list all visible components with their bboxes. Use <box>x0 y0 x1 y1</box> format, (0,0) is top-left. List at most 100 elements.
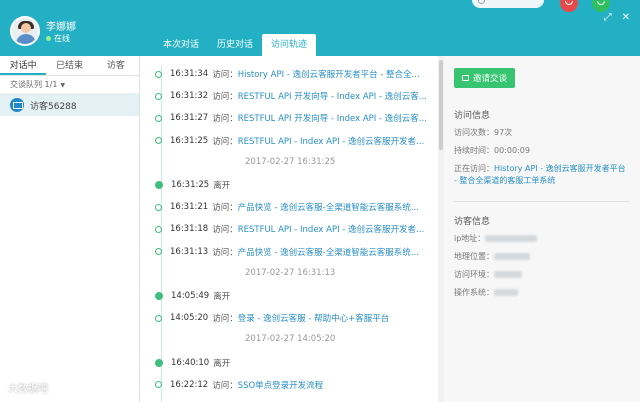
hangup-button[interactable] <box>560 0 578 12</box>
timeline-time: 16:31:25 <box>171 180 210 190</box>
timeline-time: 16:31:34 <box>170 69 209 79</box>
timeline-time: 16:31:25 <box>170 135 209 146</box>
visitor-info-panel: 邀请交谈 访问信息 访问次数：97次 持续时间：00:00:09 正在访问：Hi… <box>444 56 640 402</box>
timeline-page-link[interactable]: RESTFUL API - Index API - 逸创云客服开发者... <box>238 223 424 235</box>
visit-count-row: 访问次数：97次 <box>454 127 630 139</box>
visitor-name: 访客56288 <box>30 101 77 112</box>
visit-dot-icon <box>155 114 162 122</box>
top-bar: 李娜娜 在线 ⤢ ✕ 本次对话 历史对话 访问轨迹 <box>0 0 640 56</box>
timeline-page-link[interactable]: 产品快览 - 逸创云客服-全渠道智能云客服系统... <box>238 201 419 213</box>
visit-trail-panel: 16:31:34 访问： History API - 逸创云客服开发者平台 - 整合… <box>141 56 438 402</box>
timeline-action: 访问： <box>212 92 238 103</box>
timeline-entry: 16:31:32 访问： RESTFUL API 开发向导 - Index API … <box>155 87 427 105</box>
close-icon[interactable]: ✕ <box>622 12 630 23</box>
tab-visit-trail[interactable]: 访问轨迹 <box>262 34 317 56</box>
timeline-time: 16:31:13 <box>170 246 209 257</box>
location-redacted <box>494 253 530 260</box>
watermark: 大数据吧 <box>8 384 48 395</box>
timeline-entry: 16:31:27 访问： RESTFUL API 开发向导 - Index API … <box>155 109 427 127</box>
timeline-time: 16:31:18 <box>170 224 209 235</box>
chevron-down-icon: ▼ <box>60 82 66 89</box>
timeline-entry: 16:31:25 访问： RESTFUL API - Index API - 逸创云… <box>155 132 424 150</box>
agent-status[interactable]: 在线 <box>46 33 70 44</box>
agent-status-label: 在线 <box>54 34 70 43</box>
timeline-time: 16:31:32 <box>170 91 209 102</box>
visit-dot-icon <box>155 92 162 100</box>
visitor-list-item[interactable]: 访客56288 <box>0 94 139 116</box>
agent-avatar[interactable] <box>10 16 40 46</box>
visit-dot-icon <box>155 137 162 145</box>
expand-icon[interactable]: ⤢ <box>604 12 612 23</box>
timeline-action: 访问： <box>212 136 238 147</box>
timeline-action: 访问： <box>212 114 238 125</box>
invite-chat-label: 邀请交谈 <box>473 74 508 84</box>
location-row: 地理位置： <box>454 251 630 263</box>
monitor-icon <box>10 98 24 112</box>
tab-in-conversation[interactable]: 对话中 <box>0 56 47 75</box>
top-search-input[interactable] <box>472 0 544 8</box>
timeline-date-separator: 2017-02-27 16:31:13 <box>245 267 336 278</box>
tab-history-chat[interactable]: 历史对话 <box>208 34 262 56</box>
visit-dot-icon <box>155 70 162 78</box>
timeline-time: 14:05:20 <box>170 313 209 324</box>
timeline-action: 离开 <box>213 181 231 191</box>
leave-dot-icon <box>155 292 163 300</box>
message-button[interactable] <box>592 0 610 12</box>
timeline-entry: 16:22:10访问：授权与验证 - Index API - 逸创云客服开发者平… <box>155 398 421 402</box>
env-redacted <box>494 271 522 278</box>
timeline-page-link[interactable]: 产品快览 - 逸创云客服-全渠道智能云客服系统... <box>238 246 419 258</box>
timeline-time: 14:05:49 <box>171 291 210 301</box>
chat-icon <box>597 1 605 5</box>
phone-icon <box>565 1 573 5</box>
queue-label: 交谈队列 1/1 <box>10 80 58 89</box>
visit-dot-icon <box>155 381 162 389</box>
agent-name: 李娜娜 <box>46 22 76 33</box>
tab-current-chat[interactable]: 本次对话 <box>154 34 208 56</box>
timeline-entry: 14:05:20 访问： 登录 - 逸创云客服 - 帮助中心+客服平台 <box>155 309 389 327</box>
leave-dot-icon <box>155 181 163 189</box>
timeline-page-link[interactable]: SSO单点登录开发流程 <box>238 379 323 391</box>
online-dot-icon <box>46 36 51 41</box>
timeline-page-link[interactable]: 登录 - 逸创云客服 - 帮助中心+客服平台 <box>238 312 390 324</box>
timeline-action: 访问： <box>212 203 238 214</box>
timeline-date-separator: 2017-02-27 14:05:20 <box>245 334 336 345</box>
timeline-action: 访问： <box>212 70 238 80</box>
timeline-page-link[interactable]: RESTFUL API 开发向导 - Index API - 逸创云客... <box>238 112 427 124</box>
tab-visitors[interactable]: 访客 <box>93 56 139 75</box>
visit-dot-icon <box>155 225 162 233</box>
timeline-action: 离开 <box>213 292 231 302</box>
timeline-time: 16:31:21 <box>170 202 209 213</box>
location-label: 地理位置： <box>454 252 494 261</box>
visit-info-title: 访问信息 <box>454 111 491 121</box>
os-label: 操作系统： <box>454 288 494 297</box>
scrollbar-thumb[interactable] <box>439 60 443 150</box>
timeline-page-link[interactable]: RESTFUL API 开发向导 - Index API - 逸创云客... <box>238 90 427 102</box>
window-controls: ⤢ ✕ <box>604 12 630 23</box>
env-label: 访问环境： <box>454 270 494 279</box>
timeline-entry: 16:40:10 离开 <box>155 354 230 372</box>
timeline-entry: 16:31:34 访问： History API - 逸创云客服开发者平台 - 整合… <box>155 65 420 83</box>
timeline-action: 访问： <box>212 380 238 391</box>
duration-row: 持续时间：00:00:09 <box>454 145 630 157</box>
timeline-entry: 14:05:49 离开 <box>155 287 230 305</box>
timeline-action: 离开 <box>213 358 231 369</box>
os-row: 操作系统： <box>454 287 630 299</box>
ip-row: ip地址： <box>454 233 630 245</box>
timeline-page-link[interactable]: RESTFUL API - Index API - 逸创云客服开发者... <box>238 135 424 147</box>
tab-ended[interactable]: 已结束 <box>46 56 92 75</box>
invite-chat-button[interactable]: 邀请交谈 <box>454 68 516 88</box>
timeline-page-link[interactable]: History API - 逸创云客服开发者平台 - 整合全... <box>238 68 420 80</box>
visit-dot-icon <box>155 314 162 322</box>
timeline-action: 访问： <box>212 314 238 325</box>
timeline-time: 16:31:27 <box>170 113 209 124</box>
os-redacted <box>494 289 518 296</box>
ip-redacted <box>485 235 538 242</box>
timeline-entry: 16:31:21 访问： 产品快览 - 逸创云客服-全渠道智能云客服系统... <box>155 198 419 216</box>
timeline-entry: 16:31:13 访问： 产品快览 - 逸创云客服-全渠道智能云客服系统... <box>155 243 419 261</box>
timeline-entry: 16:31:25 离开 <box>155 176 230 194</box>
duration-value: 00:00:09 <box>494 146 530 155</box>
left-panel: 对话中 已结束 访客 交谈队列 1/1 ▼ 访客56288 <box>0 56 140 402</box>
queue-dropdown[interactable]: 交谈队列 1/1 ▼ <box>0 76 139 94</box>
divider <box>454 201 630 202</box>
visit-count-label: 访问次数： <box>454 128 494 137</box>
